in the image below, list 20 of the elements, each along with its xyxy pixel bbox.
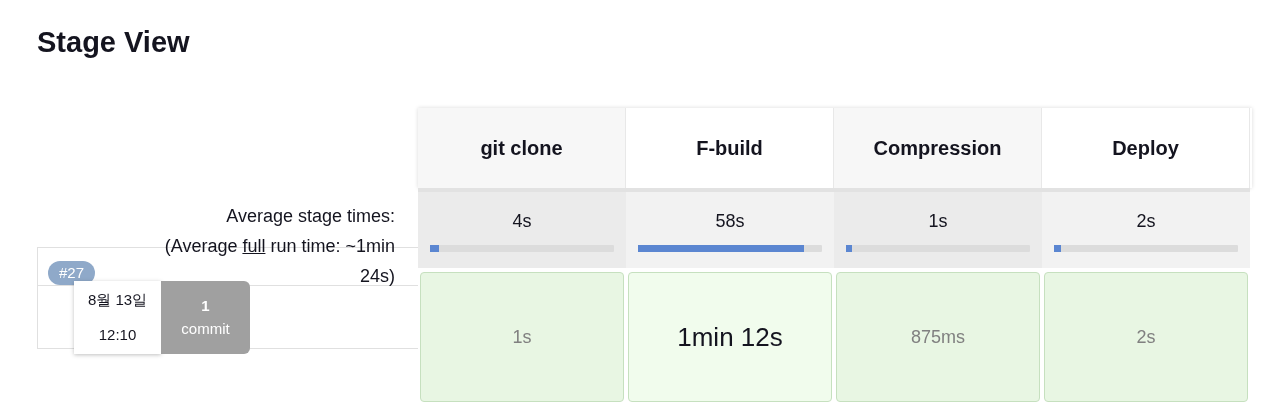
- stage-duration-cell[interactable]: 1s: [420, 272, 624, 402]
- page-title: Stage View: [37, 25, 190, 60]
- stage-duration-cell[interactable]: 1min 12s: [628, 272, 832, 402]
- stage-header: git clone: [418, 108, 626, 188]
- build-number-badge[interactable]: #27: [48, 261, 96, 286]
- average-time-cell: 58s: [626, 188, 834, 268]
- average-stage-times-label: Average stage times:: [226, 205, 395, 228]
- stage-header: Deploy: [1042, 108, 1250, 188]
- stage-duration-cell[interactable]: 875ms: [836, 272, 1040, 402]
- average-time-cell: 2s: [1042, 188, 1250, 268]
- stage-header: Compression: [834, 108, 1042, 188]
- commits-button[interactable]: 1 commit: [161, 281, 250, 355]
- build-date: 8월 13일: [87, 290, 148, 311]
- commit-count: 1: [201, 296, 210, 317]
- average-time-cell: 1s: [834, 188, 1042, 268]
- stage-header: F-build: [626, 108, 834, 188]
- average-time-cell: 4s: [418, 188, 626, 268]
- commit-label: commit: [181, 318, 230, 339]
- build-time: 12:10: [98, 324, 137, 345]
- stage-duration-cell[interactable]: 2s: [1044, 272, 1248, 402]
